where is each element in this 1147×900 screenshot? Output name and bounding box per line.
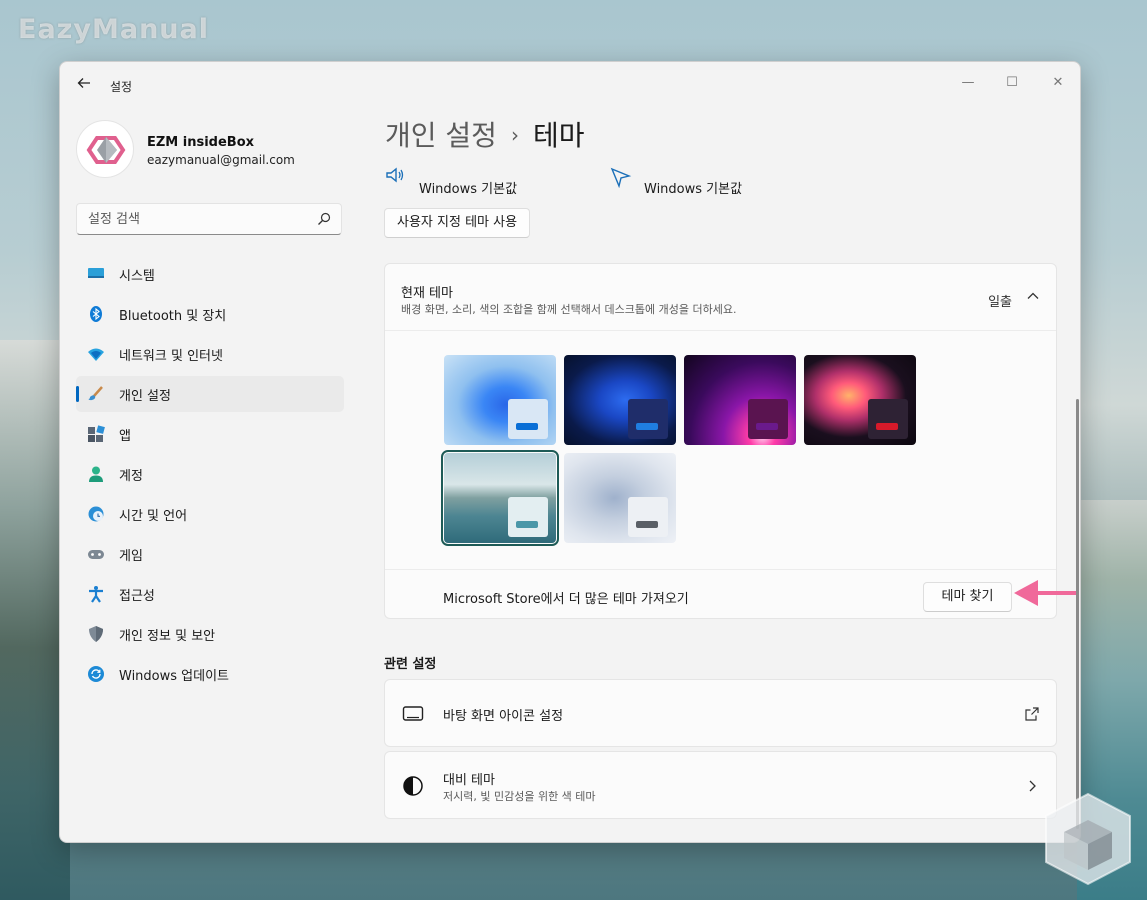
time-language-icon: [88, 506, 104, 522]
settings-window: 설정 — ☐ ✕ EZM insideBox eazymanual@gmail.…: [59, 61, 1081, 843]
close-button[interactable]: ✕: [1036, 68, 1080, 98]
current-theme-card: 현재 테마 배경 화면, 소리, 색의 조합을 함께 선택해서 데스크톱에 개성…: [384, 263, 1057, 619]
sidebar-item-label: 시스템: [119, 269, 155, 284]
chevron-up-icon[interactable]: [1026, 289, 1040, 303]
theme-preview-window: [748, 399, 788, 439]
speaker-icon[interactable]: [384, 164, 406, 186]
network-icon: [88, 348, 104, 361]
theme-preview-window: [868, 399, 908, 439]
desktop-monitor-icon: [402, 706, 424, 721]
main-content: Windows 기본값 Windows 기본값 사용자 지정 테마 사용 현재 …: [384, 162, 1062, 842]
profile-name: EZM insideBox: [147, 135, 255, 150]
sidebar-item-label: 계정: [119, 469, 143, 484]
sidebar-item-windows-update[interactable]: Windows 업데이트: [76, 656, 344, 692]
sidebar-item-apps[interactable]: 앱: [76, 416, 344, 452]
get-more-themes-text: Microsoft Store에서 더 많은 테마 가져오기: [443, 592, 689, 607]
maximize-button[interactable]: ☐: [990, 68, 1034, 98]
theme-thumbnail[interactable]: [564, 355, 676, 445]
theme-thumbnail-selected[interactable]: [441, 450, 559, 546]
current-theme-header[interactable]: 현재 테마 배경 화면, 소리, 색의 조합을 함께 선택해서 데스크톱에 개성…: [385, 264, 1056, 331]
current-theme-title: 현재 테마: [401, 286, 453, 301]
theme-thumbnail[interactable]: [444, 355, 556, 445]
external-link-icon: [1025, 707, 1039, 721]
sidebar-item-label: 네트워크 및 인터넷: [119, 349, 223, 364]
row-label: 바탕 화면 아이콘 설정: [443, 709, 564, 724]
page-title: 개인 설정 › 테마: [385, 114, 584, 154]
sidebar-item-accessibility[interactable]: 접근성: [76, 576, 344, 612]
sidebar-item-label: 개인 설정: [119, 389, 171, 404]
theme-preview-window: [628, 497, 668, 537]
avatar: [76, 120, 134, 178]
sound-value[interactable]: Windows 기본값: [419, 178, 517, 197]
get-more-themes-row: Microsoft Store에서 더 많은 테마 가져오기 테마 찾기: [385, 569, 1056, 620]
chevron-right-icon: [1029, 780, 1036, 792]
use-custom-theme-button[interactable]: 사용자 지정 테마 사용: [384, 208, 531, 238]
related-settings-heading: 관련 설정: [384, 657, 437, 672]
watermark-text: EazyManual: [18, 14, 209, 45]
watermark-cube-icon: [1045, 792, 1131, 886]
scrollbar[interactable]: [1076, 399, 1079, 829]
profile-email: eazymanual@gmail.com: [147, 153, 295, 167]
sidebar-item-label: 게임: [119, 549, 143, 564]
sidebar-item-system[interactable]: 시스템: [76, 256, 344, 292]
gaming-icon: [88, 550, 104, 559]
contrast-themes-row[interactable]: 대비 테마 저시력, 빛 민감성을 위한 색 테마: [384, 751, 1057, 819]
desktop-icon-settings-row[interactable]: 바탕 화면 아이콘 설정: [384, 679, 1057, 747]
theme-options-row: Windows 기본값 Windows 기본값: [384, 162, 1062, 202]
theme-thumbnail[interactable]: [804, 355, 916, 445]
theme-gallery: [441, 355, 924, 546]
system-icon: [88, 268, 104, 278]
breadcrumb-current: 테마: [532, 119, 585, 152]
ezm-logo-icon: [86, 136, 126, 164]
accessibility-icon: [89, 586, 103, 603]
arrow-left-icon: [77, 78, 90, 88]
privacy-shield-icon: [89, 626, 103, 642]
title-bar: 설정 — ☐ ✕: [60, 62, 1080, 108]
theme-preview-window: [508, 497, 548, 537]
annotation-arrow-icon: [1014, 580, 1076, 606]
row-sublabel: 저시력, 빛 민감성을 위한 색 테마: [443, 790, 596, 803]
apps-icon: [88, 425, 105, 442]
user-profile[interactable]: EZM insideBox eazymanual@gmail.com: [76, 120, 346, 180]
breadcrumb-parent[interactable]: 개인 설정: [385, 119, 497, 152]
personalization-icon: [88, 386, 103, 401]
contrast-icon: [403, 776, 423, 796]
sidebar-item-label: 개인 정보 및 보안: [119, 629, 216, 644]
sidebar-item-privacy[interactable]: 개인 정보 및 보안: [76, 616, 344, 652]
theme-preview-window: [508, 399, 548, 439]
sidebar-item-bluetooth[interactable]: Bluetooth 및 장치: [76, 296, 344, 332]
row-label: 대비 테마: [443, 773, 495, 788]
browse-themes-button[interactable]: 테마 찾기: [923, 582, 1012, 612]
search-input[interactable]: [77, 204, 307, 234]
windows-update-icon: [88, 666, 104, 682]
sidebar-item-label: Windows 업데이트: [119, 669, 230, 684]
sidebar-item-label: 시간 및 언어: [119, 509, 188, 524]
current-theme-value: 일출: [988, 295, 1012, 310]
bluetooth-icon: [90, 306, 102, 322]
sidebar-item-accounts[interactable]: 계정: [76, 456, 344, 492]
cursor-value[interactable]: Windows 기본값: [644, 178, 742, 197]
sidebar-item-label: Bluetooth 및 장치: [119, 309, 227, 324]
search-icon: [318, 212, 331, 225]
current-theme-description: 배경 화면, 소리, 색의 조합을 함께 선택해서 데스크톱에 개성을 더하세요…: [401, 303, 737, 316]
theme-thumbnail[interactable]: [564, 453, 676, 543]
back-button[interactable]: [74, 75, 94, 95]
minimize-button[interactable]: —: [946, 68, 990, 98]
sidebar-item-label: 접근성: [119, 589, 155, 604]
sidebar-nav: 시스템 Bluetooth 및 장치 네트워크 및 인터넷 개인 설정 앱 계정…: [76, 256, 344, 696]
search-box[interactable]: [76, 203, 342, 235]
accounts-icon: [89, 466, 103, 482]
cursor-icon[interactable]: [610, 166, 632, 188]
sidebar-item-label: 앱: [119, 429, 131, 444]
sidebar-item-network[interactable]: 네트워크 및 인터넷: [76, 336, 344, 372]
theme-thumbnail[interactable]: [684, 355, 796, 445]
sidebar-item-time-language[interactable]: 시간 및 언어: [76, 496, 344, 532]
theme-preview-window: [628, 399, 668, 439]
sidebar-item-personalization[interactable]: 개인 설정: [76, 376, 344, 412]
app-title: 설정: [110, 80, 133, 94]
sidebar-item-gaming[interactable]: 게임: [76, 536, 344, 572]
breadcrumb-separator: ›: [510, 123, 519, 147]
